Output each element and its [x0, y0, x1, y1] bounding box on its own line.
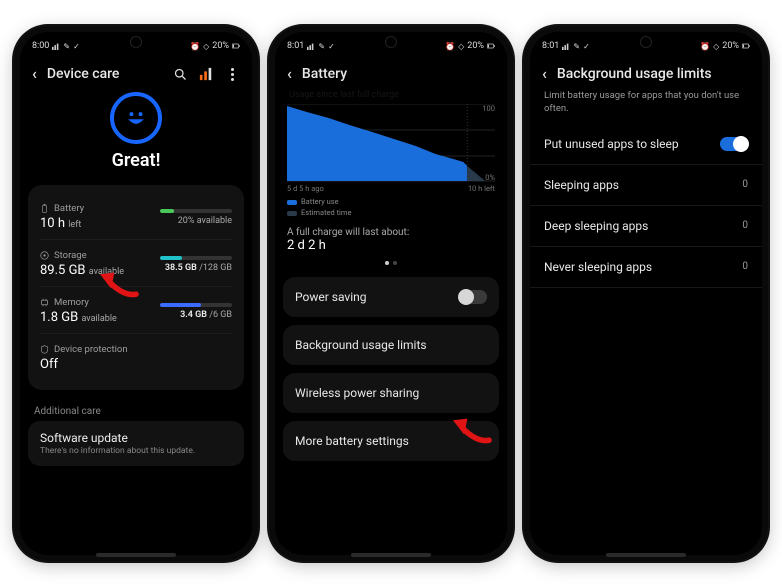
battery-bar [160, 209, 232, 213]
page-indicator [287, 261, 495, 265]
status-icon: ✎ [573, 42, 580, 51]
camera-notch [130, 36, 142, 48]
memory-icon [40, 298, 49, 307]
more-icon[interactable] [224, 66, 240, 82]
alarm-icon: ⏰ [445, 42, 455, 51]
page-title: Battery [302, 66, 495, 82]
search-icon[interactable] [172, 66, 188, 82]
battery-icon [742, 42, 750, 50]
sleeping-apps-row[interactable]: Sleeping apps 0 [530, 165, 762, 206]
home-indicator [96, 553, 176, 557]
power-saving-toggle[interactable] [459, 290, 487, 304]
deep-sleeping-apps-row[interactable]: Deep sleeping apps 0 [530, 206, 762, 247]
home-indicator [351, 553, 431, 557]
memory-row[interactable]: Memory 1.8 GB available 3.4 GB /6 GB [40, 286, 232, 333]
shield-icon [40, 345, 49, 354]
battery-icon [232, 42, 240, 50]
never-sleeping-apps-row[interactable]: Never sleeping apps 0 [530, 247, 762, 288]
software-update-row[interactable]: Software update There's no information a… [28, 421, 244, 466]
phone-device-care: 8:00 ✎ ✓ ⏰ ◇ 20% ‹ Device care [14, 26, 258, 561]
device-status-text: Great! [112, 150, 161, 171]
status-icon: ✎ [63, 42, 70, 51]
alarm-icon: ⏰ [700, 42, 710, 51]
smiley-icon [110, 92, 162, 144]
screen-description: Limit battery usage for apps that you do… [530, 90, 762, 124]
page-title: Background usage limits [557, 66, 750, 82]
screen-header: ‹ Background usage limits [530, 56, 762, 90]
status-icon: ✓ [73, 42, 80, 51]
battery-percent: 20% [467, 41, 484, 51]
battery-row[interactable]: Battery 10 h left 20% available [40, 195, 232, 239]
home-indicator [606, 553, 686, 557]
power-saving-row[interactable]: Power saving [283, 277, 499, 317]
status-icon: ✎ [318, 42, 325, 51]
truncated-heading: Usage since last full charge [287, 90, 495, 100]
background-usage-limits-row[interactable]: Background usage limits [283, 325, 499, 365]
status-icon: ✓ [328, 42, 335, 51]
device-status-hero: Great! [20, 90, 252, 185]
battery-percent: 20% [722, 41, 739, 51]
battery-icon [487, 42, 495, 50]
status-icon [562, 42, 570, 50]
battery-icon [40, 204, 49, 213]
status-icon: ✓ [583, 42, 590, 51]
more-battery-settings-row[interactable]: More battery settings [283, 421, 499, 461]
back-icon[interactable]: ‹ [287, 66, 292, 82]
chart-icon[interactable] [198, 66, 214, 82]
status-clock: 8:01 [287, 41, 304, 51]
back-icon[interactable]: ‹ [542, 66, 547, 82]
status-clock: 8:01 [542, 41, 559, 51]
phone-battery: 8:01 ✎ ✓ ⏰ ◇ 20% ‹ Battery [269, 26, 513, 561]
status-icon [307, 42, 315, 50]
status-clock: 8:00 [32, 41, 49, 51]
storage-icon [40, 251, 49, 260]
alarm-icon: ⏰ [190, 42, 200, 51]
memory-bar [160, 303, 232, 307]
section-header: Additional care [34, 406, 238, 417]
wifi-icon: ◇ [203, 42, 209, 51]
chart-legend: Battery use Estimated time [287, 196, 495, 219]
put-unused-to-sleep-row[interactable]: Put unused apps to sleep [530, 124, 762, 165]
protection-row[interactable]: Device protection Off [40, 333, 232, 380]
camera-notch [640, 36, 652, 48]
screen-header: ‹ Device care [20, 56, 252, 90]
page-title: Device care [47, 66, 162, 82]
full-charge-estimate: A full charge will last about: 2 d 2 h [287, 227, 495, 253]
storage-bar [160, 256, 232, 260]
battery-chart[interactable]: 100 0% [287, 104, 495, 182]
wifi-icon: ◇ [713, 42, 719, 51]
storage-row[interactable]: Storage 89.5 GB available 38.5 GB /128 G… [40, 239, 232, 286]
battery-percent: 20% [212, 41, 229, 51]
status-icon [52, 42, 60, 50]
back-icon[interactable]: ‹ [32, 66, 37, 82]
put-unused-to-sleep-toggle[interactable] [720, 137, 748, 151]
screen-header: ‹ Battery [275, 56, 507, 90]
chart-x-axis: 5 d 5 h ago 10 h left [287, 184, 495, 193]
camera-notch [385, 36, 397, 48]
wireless-power-sharing-row[interactable]: Wireless power sharing [283, 373, 499, 413]
stats-card: Battery 10 h left 20% available Storage … [28, 185, 244, 390]
phone-background-limits: 8:01 ✎ ✓ ⏰ ◇ 20% ‹ Background usage limi… [524, 26, 768, 561]
wifi-icon: ◇ [458, 42, 464, 51]
